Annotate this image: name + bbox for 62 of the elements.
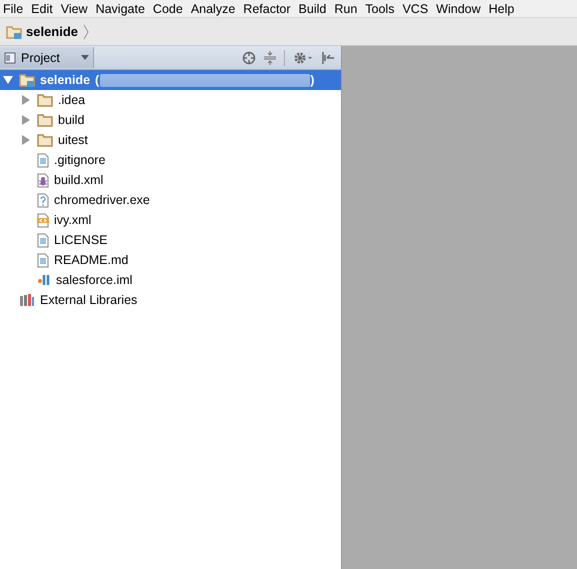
tree-label: LICENSE	[54, 233, 108, 247]
library-icon	[19, 293, 35, 307]
text-file-icon	[37, 152, 49, 168]
path-paren: )	[310, 73, 314, 87]
module-file-icon	[37, 273, 51, 287]
tree-label: chromedriver.exe	[54, 193, 150, 207]
module-folder-icon	[6, 24, 22, 38]
menu-item[interactable]: Run	[331, 2, 362, 16]
tree-row[interactable]: selenide ( )	[0, 70, 341, 90]
hide-panel-icon[interactable]	[321, 50, 335, 64]
menu-item[interactable]: File	[0, 2, 28, 16]
expanded-arrow-icon[interactable]	[3, 75, 13, 85]
tree-row[interactable]: salesforce.iml	[0, 270, 341, 290]
tree-label: README.md	[54, 253, 128, 267]
text-file-icon	[37, 232, 49, 248]
tree-label: salesforce.iml	[56, 273, 132, 287]
folder-icon	[37, 133, 53, 147]
locate-icon[interactable]	[242, 50, 256, 64]
menu-item[interactable]: Help	[486, 2, 520, 16]
folder-icon	[37, 93, 53, 107]
tree-label: ivy.xml	[54, 213, 92, 227]
tree-row[interactable]: chromedriver.exe	[0, 190, 341, 210]
unknown-file-icon	[37, 192, 49, 208]
tree-row[interactable]: build	[0, 110, 341, 130]
tree-row[interactable]: .idea	[0, 90, 341, 110]
settings-icon[interactable]	[293, 50, 313, 64]
menu-item[interactable]: Tools	[362, 2, 400, 16]
menu-item[interactable]: Build	[296, 2, 332, 16]
tree-label: build	[58, 113, 84, 127]
menu-item[interactable]: VCS	[399, 2, 434, 16]
tree-label: uitest	[58, 133, 88, 147]
tree-label: .idea	[58, 93, 86, 107]
breadcrumb-item[interactable]: selenide	[26, 24, 78, 39]
menu-item[interactable]: View	[58, 2, 93, 16]
tree-row[interactable]: ivy.xml	[0, 210, 341, 230]
tree-label: selenide	[40, 73, 90, 87]
module-folder-icon	[19, 73, 35, 87]
tree-row[interactable]: README.md	[0, 250, 341, 270]
tree-row[interactable]: External Libraries	[0, 290, 341, 310]
tree-label: .gitignore	[54, 153, 106, 167]
project-view-dropdown[interactable]: Project	[0, 47, 94, 68]
text-file-icon	[37, 252, 49, 268]
dropdown-arrow-icon	[81, 55, 89, 60]
collapse-all-icon[interactable]	[264, 50, 276, 64]
tree-row[interactable]: build.xml	[0, 170, 341, 190]
menu-item[interactable]: Window	[433, 2, 486, 16]
menu-item[interactable]: Navigate	[92, 2, 150, 16]
menu-item[interactable]: Analyze	[188, 2, 240, 16]
menu-item[interactable]: Code	[150, 2, 188, 16]
menu-item[interactable]: Edit	[28, 2, 58, 16]
folder-icon	[37, 113, 53, 127]
tree-row[interactable]: LICENSE	[0, 230, 341, 250]
ant-file-icon	[37, 172, 49, 188]
tree-label: External Libraries	[40, 293, 138, 307]
chevron-icon	[83, 24, 90, 40]
tree-row[interactable]: .gitignore	[0, 150, 341, 170]
project-view-icon	[4, 52, 16, 64]
menu-item[interactable]: Refactor	[240, 2, 296, 16]
xml-file-icon	[37, 212, 49, 228]
path-paren: (	[95, 73, 100, 87]
tree-label: build.xml	[54, 173, 104, 187]
tree-row[interactable]: uitest	[0, 130, 341, 150]
